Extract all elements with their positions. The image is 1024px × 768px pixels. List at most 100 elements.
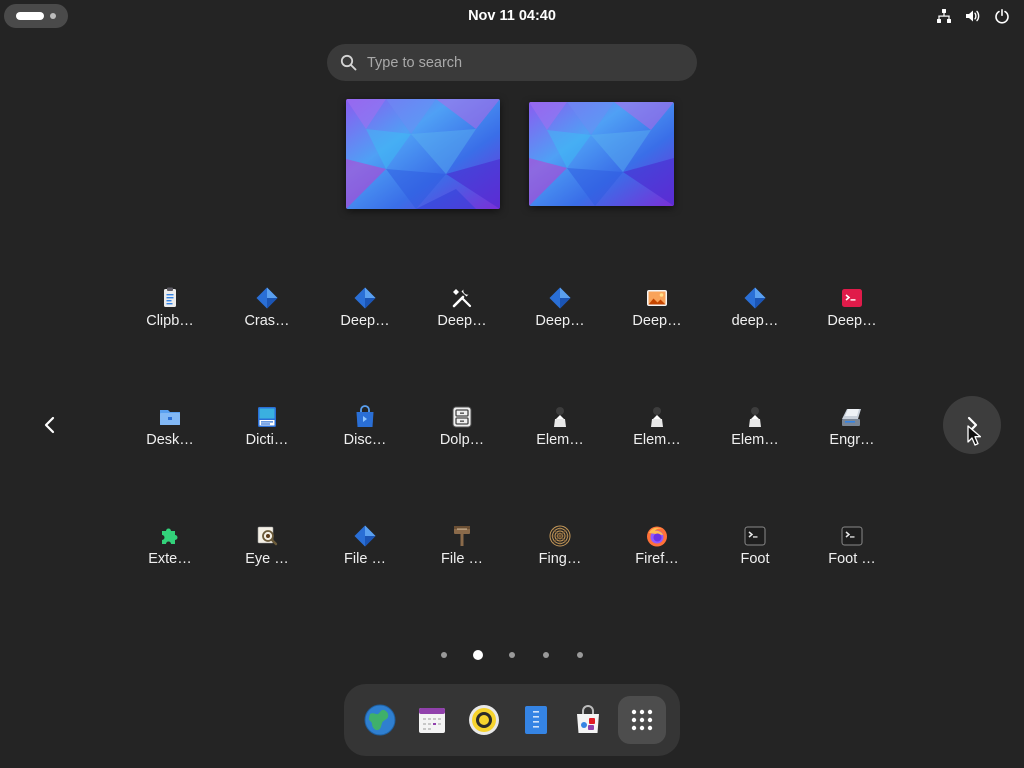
- app-label: Firef…: [635, 551, 679, 567]
- app-tile[interactable]: Desk…: [124, 395, 216, 487]
- software-bag-icon: [353, 405, 377, 429]
- page-dot[interactable]: [441, 652, 447, 658]
- calendar-icon: [419, 708, 445, 733]
- previous-page-button[interactable]: [21, 396, 79, 454]
- firefox-icon: [645, 524, 669, 548]
- generic-app-diamond-icon: [255, 286, 279, 310]
- app-tile[interactable]: Dicti…: [221, 395, 313, 487]
- generic-app-diamond-icon: [353, 524, 377, 548]
- app-label: Deep…: [437, 313, 487, 329]
- image-viewer-icon: [645, 286, 669, 310]
- show-apps-button[interactable]: [618, 696, 666, 744]
- app-label: File …: [344, 551, 386, 567]
- generic-app-diamond-icon: [743, 286, 767, 310]
- element-pawn-icon: [645, 405, 669, 429]
- system-tray[interactable]: [936, 7, 1010, 25]
- app-tile[interactable]: Firef…: [611, 514, 703, 606]
- app-tile[interactable]: Deep…: [514, 276, 606, 368]
- page-dot[interactable]: [543, 652, 549, 658]
- app-label: Dolp…: [439, 432, 485, 448]
- app-tile[interactable]: deep…: [709, 276, 801, 368]
- app-label: Deep…: [632, 313, 682, 329]
- app-tile[interactable]: Foot: [709, 514, 801, 606]
- app-tile[interactable]: Cras…: [221, 276, 313, 368]
- search-icon: [340, 54, 357, 71]
- app-tile[interactable]: Elem…: [514, 395, 606, 487]
- element-pawn-icon: [743, 405, 767, 429]
- dictionary-icon: [255, 405, 279, 429]
- app-label: Deep…: [340, 313, 390, 329]
- app-tile[interactable]: Deep…: [611, 276, 703, 368]
- generic-app-diamond-icon: [353, 286, 377, 310]
- dash-software[interactable]: [564, 696, 612, 744]
- workspace-thumbnail-2[interactable]: [529, 102, 674, 206]
- workspace-thumbnail-1[interactable]: [346, 99, 500, 209]
- app-tile[interactable]: Eye …: [221, 514, 313, 606]
- app-tile[interactable]: Foot …: [806, 514, 898, 606]
- app-label: Disc…: [343, 432, 387, 448]
- app-tile[interactable]: Dolp…: [416, 395, 508, 487]
- network-wired-icon[interactable]: [936, 8, 952, 24]
- app-tile[interactable]: Deep…: [416, 276, 508, 368]
- clipboard-icon: [158, 286, 182, 310]
- app-tile[interactable]: Elem…: [611, 395, 703, 487]
- app-label: Foot …: [828, 551, 876, 567]
- app-tile[interactable]: Exte…: [124, 514, 216, 606]
- mouse-cursor-icon: [967, 425, 981, 446]
- text-editor-icon: [525, 706, 547, 734]
- app-tile[interactable]: Engr…: [806, 395, 898, 487]
- app-label: Foot: [740, 551, 770, 567]
- folder-icon: [158, 405, 182, 429]
- app-label: Elem…: [633, 432, 681, 448]
- app-tile[interactable]: Deep…: [806, 276, 898, 368]
- search-input[interactable]: [367, 44, 677, 81]
- app-label: Fing…: [538, 551, 582, 567]
- terminal-icon: [840, 524, 864, 548]
- dash-calendar[interactable]: [408, 696, 456, 744]
- app-grid-icon: [631, 709, 653, 731]
- search-bar[interactable]: [327, 44, 697, 81]
- globe-icon: [364, 704, 396, 736]
- app-tile[interactable]: File …: [416, 514, 508, 606]
- dash: [344, 684, 680, 756]
- scanner-icon: [840, 405, 864, 429]
- page-dot[interactable]: [509, 652, 515, 658]
- volume-icon[interactable]: [965, 8, 981, 24]
- app-tile[interactable]: Elem…: [709, 395, 801, 487]
- tools-icon: [450, 286, 474, 310]
- dash-text-editor[interactable]: [512, 696, 560, 744]
- terminal-icon: [743, 524, 767, 548]
- rhythmbox-icon: [469, 705, 499, 735]
- app-label: Elem…: [536, 432, 584, 448]
- app-tile[interactable]: File …: [319, 514, 411, 606]
- app-tile[interactable]: Disc…: [319, 395, 411, 487]
- app-label: Deep…: [535, 313, 585, 329]
- app-label: File …: [441, 551, 483, 567]
- dash-web-browser[interactable]: [356, 696, 404, 744]
- app-label: Eye …: [245, 551, 289, 567]
- dash-music-player[interactable]: [460, 696, 508, 744]
- page-dot[interactable]: [577, 652, 583, 658]
- fingerprint-icon: [548, 524, 572, 548]
- app-label: deep…: [731, 313, 779, 329]
- app-label: Engr…: [829, 432, 875, 448]
- app-tile[interactable]: Fing…: [514, 514, 606, 606]
- puzzle-piece-icon: [158, 524, 182, 548]
- app-label: Exte…: [148, 551, 192, 567]
- generic-app-diamond-icon: [548, 286, 572, 310]
- app-label: Elem…: [731, 432, 779, 448]
- terminal-red-icon: [840, 286, 864, 310]
- page-dot-active[interactable]: [473, 650, 483, 660]
- power-icon[interactable]: [994, 8, 1010, 24]
- file-roller-icon: [450, 524, 474, 548]
- software-store-icon: [577, 705, 599, 733]
- clock[interactable]: Nov 11 04:40: [0, 0, 1024, 32]
- app-tile[interactable]: Deep…: [319, 276, 411, 368]
- chevron-left-icon: [44, 416, 55, 434]
- app-label: Desk…: [146, 432, 194, 448]
- eye-of-gnome-icon: [255, 524, 279, 548]
- app-tile[interactable]: Clipb…: [124, 276, 216, 368]
- top-bar: Nov 11 04:40: [0, 0, 1024, 32]
- app-label: Clipb…: [146, 313, 194, 329]
- app-label: Deep…: [827, 313, 877, 329]
